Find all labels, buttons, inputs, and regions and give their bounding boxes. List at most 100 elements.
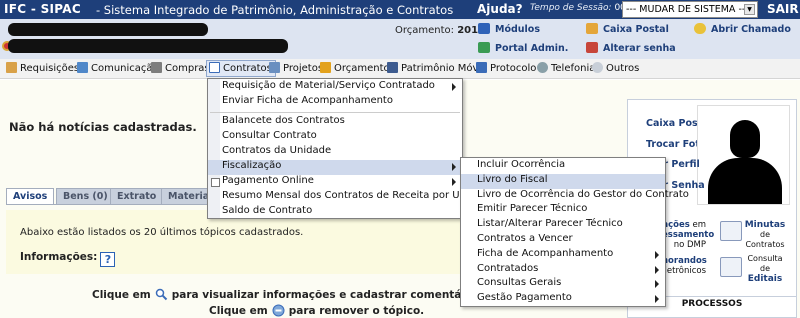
magnifier-icon <box>155 288 168 301</box>
contratos-item-requisicao-material[interactable]: Requisição de Material/Serviço Contratad… <box>208 80 462 95</box>
fiscalizacao-item-consultas-gerais[interactable]: Consultas Gerais <box>461 277 665 292</box>
contracts-icon <box>209 62 220 73</box>
caixa-postal-label: Caixa Postal <box>603 24 669 35</box>
contratos-item-label: Contratos da Unidade <box>222 145 332 156</box>
tab-bens[interactable]: Bens (0) <box>56 188 115 204</box>
fiscalizacao-item-label: Listar/Alterar Parecer Técnico <box>477 218 623 230</box>
fiscalizacao-item-label: Ficha de Acompanhamento <box>477 247 614 259</box>
portal-admin-label: Portal Admin. <box>495 43 569 54</box>
fiscalizacao-item-contratos-vencer[interactable]: Contratos a Vencer <box>461 233 665 248</box>
fiscalizacao-item-emitir-parecer[interactable]: Emitir Parecer Técnico <box>461 203 665 218</box>
contratos-item-fiscalizacao[interactable]: Fiscalização <box>208 160 462 175</box>
change-system-value: --- MUDAR DE SISTEMA --- <box>626 4 749 15</box>
redacted-unit-name <box>8 39 288 53</box>
contratos-item-label: Requisição de Material/Serviço Contratad… <box>222 80 435 91</box>
editais-label: Editais <box>747 274 783 284</box>
help-icon[interactable]: ? <box>100 252 116 267</box>
fiscalizacao-item-contratados[interactable]: Contratados <box>461 263 665 278</box>
menu-comunicacao[interactable]: Comunicação <box>77 62 159 74</box>
fiscalizacao-submenu: Incluir Ocorrência Livro do Fiscal Livro d… <box>460 157 689 307</box>
topics-listed-text: Abaixo estão listados os 20 últimos tópi… <box>20 227 304 238</box>
chevron-down-icon: ▼ <box>744 4 755 15</box>
dmp-line-1b: em <box>692 220 706 230</box>
budget-icon <box>320 62 331 73</box>
fiscalizacao-item-label: Gestão Pagamento <box>477 292 572 304</box>
fiscalizacao-item-listar-parecer[interactable]: Listar/Alterar Parecer Técnico <box>461 218 665 233</box>
menu-compras[interactable]: Compras <box>151 62 210 74</box>
instruction-view-prefix: Clique em <box>92 289 151 301</box>
instruction-remove: Clique em para remover o tópico. <box>209 304 424 317</box>
mailbox-icon <box>586 23 598 34</box>
budget-year: Orçamento: 2018 <box>395 25 485 36</box>
tab-extrato[interactable]: Extrato <box>110 188 164 204</box>
modulos-link[interactable]: Módulos <box>478 23 540 35</box>
contratos-item-enviar-ficha[interactable]: Enviar Ficha de Acompanhamento <box>208 95 462 110</box>
menu-contratos[interactable]: Contratos <box>206 60 276 77</box>
checkbox-icon <box>211 178 220 187</box>
fiscalizacao-item-livro-ocorrencia-gestor[interactable]: Livro de Ocorrência do Gestor do Contrat… <box>461 189 689 204</box>
submenu-arrow-icon <box>452 83 456 91</box>
menu-telefonia[interactable]: Telefonia <box>537 62 595 74</box>
redacted-user-name <box>8 23 208 36</box>
contratos-item-label: Resumo Mensal dos Contratos de Receita p… <box>222 190 494 201</box>
fiscalizacao-item-gestao-pagamento[interactable]: Gestão Pagamento <box>461 292 665 307</box>
submenu-arrow-icon <box>655 295 659 304</box>
menu-outros-label: Outros <box>606 63 640 74</box>
user-header: Orçamento: 2018 Módulos Caixa Postal Abr… <box>0 19 800 59</box>
editais-icon[interactable] <box>720 257 742 277</box>
abrir-chamado-link[interactable]: Abrir Chamado <box>694 23 791 35</box>
fiscalizacao-item-ficha-acompanhamento[interactable]: Ficha de Acompanhamento <box>461 248 665 263</box>
submenu-arrow-icon <box>452 163 456 171</box>
menu-requisicoes[interactable]: Requisições <box>6 62 79 74</box>
fiscalizacao-item-livro-fiscal[interactable]: Livro do Fiscal <box>461 173 665 189</box>
logout-link[interactable]: SAIR <box>767 2 799 16</box>
contratos-item-consultar-contrato[interactable]: Consultar Contrato <box>208 130 462 145</box>
caixa-postal-link[interactable]: Caixa Postal <box>586 23 669 35</box>
user-photo-placeholder <box>697 105 790 205</box>
menu-orcamento-label: Orçamento <box>334 63 390 74</box>
contratos-item-saldo-contrato[interactable]: Saldo de Contrato <box>208 205 462 220</box>
main-menu-bar: Requisições Comunicação Compras Contrato… <box>0 59 800 79</box>
contratos-item-label: Saldo de Contrato <box>222 205 313 216</box>
memorandos-link[interactable]: norandos letrônicos <box>662 256 707 276</box>
menu-protocolo[interactable]: Protocolo <box>476 62 536 74</box>
portal-admin-link[interactable]: Portal Admin. <box>478 42 568 54</box>
memorandos-line-2: letrônicos <box>664 266 706 276</box>
menu-orcamento[interactable]: Orçamento <box>320 62 390 74</box>
contratos-item-resumo-mensal[interactable]: Resumo Mensal dos Contratos de Receita p… <box>208 190 494 205</box>
alterar-senha-link[interactable]: Alterar senha <box>586 42 676 54</box>
menu-projetos[interactable]: Projetos <box>269 62 323 74</box>
modulos-label: Módulos <box>495 24 540 35</box>
contratos-item-balancete[interactable]: Balancete dos Contratos <box>208 115 462 130</box>
minutas-link[interactable]: Minutas de Contratos <box>740 220 790 250</box>
contratos-item-pagamento-online[interactable]: Pagamento Online <box>208 175 462 190</box>
menu-outros[interactable]: Outros <box>592 62 639 74</box>
modules-icon <box>478 23 490 34</box>
consulta-editais-link[interactable]: Consulta de Editais <box>740 254 790 284</box>
submenu-arrow-icon <box>655 250 659 259</box>
contratos-item-contratos-unidade[interactable]: Contratos da Unidade <box>208 145 462 160</box>
minutas-de: de <box>760 230 770 239</box>
memorandos-line-1: norandos <box>662 256 707 266</box>
dmp-line-1: ações <box>662 220 690 230</box>
menu-requisicoes-label: Requisições <box>20 63 80 74</box>
instruction-remove-prefix: Clique em <box>209 305 268 317</box>
menu-patrimonio[interactable]: Patrimônio Móvel <box>387 62 487 74</box>
dmp-processes-link[interactable]: ações em essamento no DMP <box>662 220 714 250</box>
protocol-icon <box>476 62 487 73</box>
fiscalizacao-item-incluir-ocorrencia[interactable]: Incluir Ocorrência <box>461 159 665 174</box>
minutas-icon[interactable] <box>720 221 742 241</box>
requisitions-icon <box>6 62 17 73</box>
fiscalizacao-item-label: Contratados <box>477 262 539 274</box>
instruction-remove-suffix: para remover o tópico. <box>288 305 425 317</box>
tab-avisos[interactable]: Avisos <box>6 188 55 205</box>
minutas-label: Minutas <box>744 220 786 230</box>
communication-icon <box>77 62 88 73</box>
fiscalizacao-item-label: Consultas Gerais <box>477 277 562 289</box>
help-link[interactable]: Ajuda? <box>477 2 523 16</box>
info-label: Informações: <box>20 251 98 263</box>
menu-patrimonio-label: Patrimônio Móvel <box>401 63 488 74</box>
contratos-item-label: Consultar Contrato <box>222 130 317 141</box>
change-system-select[interactable]: --- MUDAR DE SISTEMA --- ▼ <box>622 1 758 18</box>
contratos-item-label: Balancete dos Contratos <box>222 115 345 126</box>
